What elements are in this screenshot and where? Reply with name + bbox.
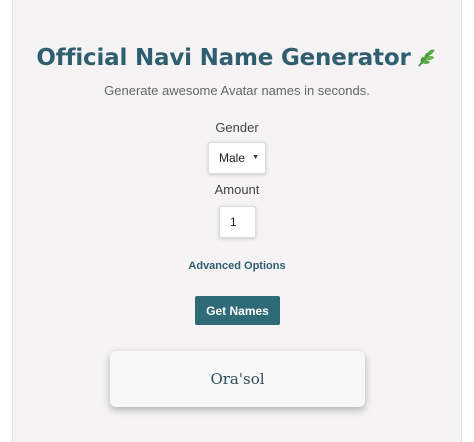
page-subtitle: Generate awesome Avatar names in seconds… (104, 83, 370, 98)
result-name: Ora'sol (210, 370, 265, 388)
title-row: Official Navi Name Generator (13, 38, 461, 78)
gender-select[interactable]: Male ▼ (208, 142, 266, 174)
result-card: Ora'sol (110, 351, 365, 407)
amount-input[interactable]: 1 (219, 206, 256, 238)
get-names-button[interactable]: Get Names (195, 296, 280, 325)
advanced-options-link[interactable]: Advanced Options (13, 260, 461, 272)
gender-select-value: Male (219, 151, 246, 165)
amount-label: Amount (214, 182, 260, 197)
page-title: Official Navi Name Generator (36, 45, 411, 71)
gender-label: Gender (215, 120, 259, 135)
leaf-icon (416, 47, 438, 69)
generator-panel: Official Navi Name Generator Generate aw… (12, 0, 462, 442)
caret-down-icon: ▼ (252, 154, 259, 161)
